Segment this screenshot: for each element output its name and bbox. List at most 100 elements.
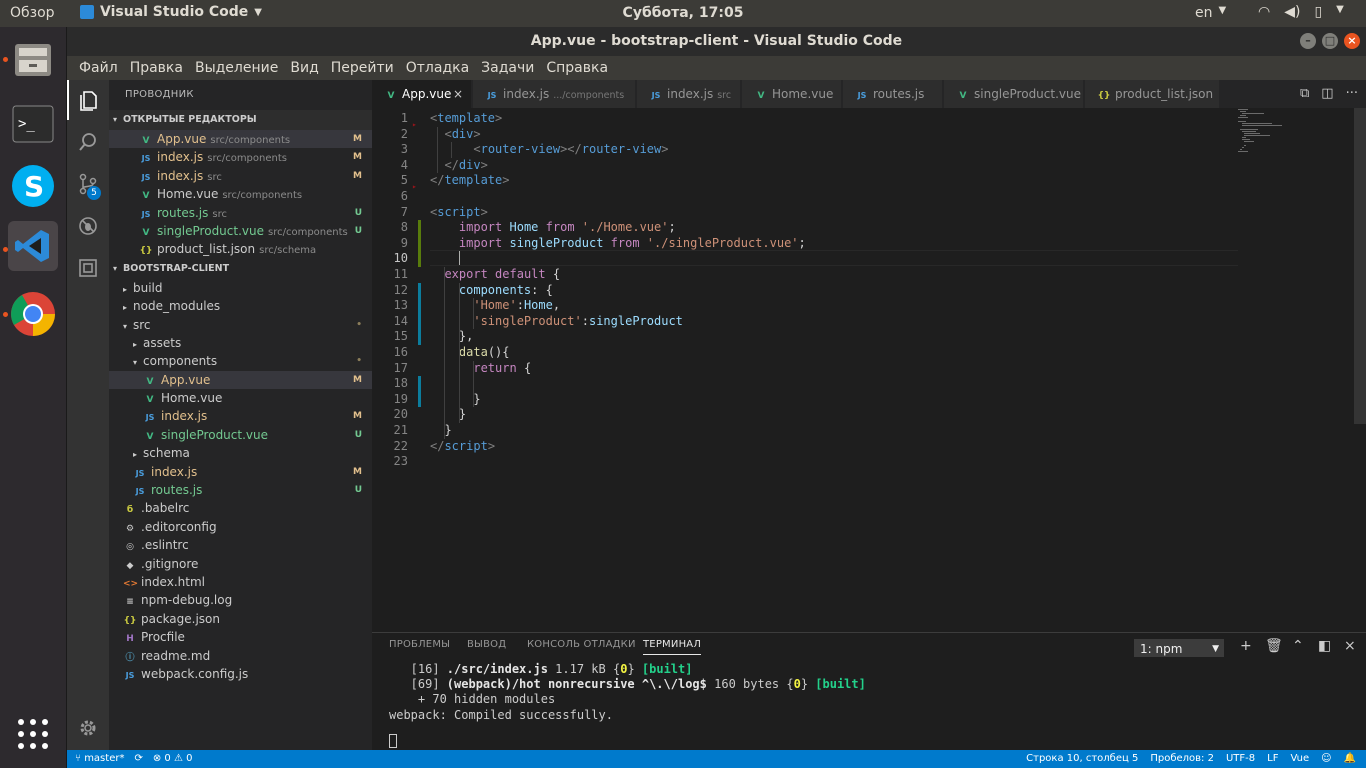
- editor-tab[interactable]: V Home.vue: [742, 80, 842, 108]
- code-editor[interactable]: 1 <template> 2 <div> 3 <router-view></route…: [372, 108, 1366, 632]
- editor-tab[interactable]: JS index.js src: [637, 80, 741, 108]
- open-changes-icon[interactable]: ⧉: [1300, 86, 1309, 101]
- explorer-activity[interactable]: [67, 80, 109, 120]
- editor-tab[interactable]: JS index.js .../components: [473, 80, 636, 108]
- split-terminal-icon[interactable]: ◧: [1318, 638, 1331, 654]
- tab-problems[interactable]: ПРОБЛЕМЫ: [389, 639, 450, 650]
- close-button[interactable]: ×: [1344, 33, 1360, 49]
- file-item[interactable]: {} package.json: [109, 610, 372, 628]
- folder-item[interactable]: ▸ node_modules: [109, 297, 372, 315]
- file-item[interactable]: б .babelrc: [109, 499, 372, 517]
- file-item[interactable]: VsingleProduct.vue U: [109, 426, 372, 444]
- menu-edit[interactable]: Правка: [124, 60, 189, 76]
- open-editor-item[interactable]: {} product_list.json src/schema: [109, 240, 372, 258]
- file-item[interactable]: V App.vue M: [109, 370, 372, 390]
- editor-scrollbar[interactable]: [1354, 108, 1366, 424]
- show-applications-button[interactable]: [8, 709, 58, 759]
- file-item[interactable]: H Procfile: [109, 628, 372, 646]
- maximize-button[interactable]: □: [1322, 33, 1338, 49]
- menu-selection[interactable]: Выделение: [189, 60, 284, 76]
- folder-item[interactable]: ▸ assets: [109, 334, 372, 352]
- file-item[interactable]: JS webpack.config.js: [109, 665, 372, 683]
- file-name: npm-debug.log: [141, 593, 233, 608]
- file-item[interactable]: ◆ .gitignore: [109, 555, 372, 573]
- app-menu[interactable]: Visual Studio Code ▼: [80, 4, 262, 20]
- terminal-select[interactable]: 1: npm ▼: [1134, 639, 1224, 657]
- minimap[interactable]: [1238, 108, 1348, 168]
- encoding[interactable]: UTF-8: [1226, 750, 1255, 768]
- problems-indicator[interactable]: ⊗ 0 ⚠ 0: [153, 750, 193, 768]
- editor-tab[interactable]: JS routes.js: [843, 80, 943, 108]
- terminal-token: ./src/index.js: [446, 662, 548, 676]
- file-item[interactable]: ⚙ .editorconfig: [109, 518, 372, 536]
- sync-icon[interactable]: ⟳: [134, 750, 142, 768]
- file-item[interactable]: <> index.html: [109, 573, 372, 591]
- menu-debug[interactable]: Отладка: [400, 60, 475, 76]
- smiley-icon[interactable]: ☺: [1321, 750, 1331, 768]
- activities-button[interactable]: Обзор: [10, 5, 55, 21]
- scm-activity[interactable]: 5: [67, 164, 109, 204]
- system-tray[interactable]: ◠ ◀) ▯ ▼: [1258, 4, 1344, 20]
- file-path: src: [212, 208, 227, 220]
- terminal-token: [69]: [389, 677, 447, 692]
- open-editor-item[interactable]: JS index.js src/components M: [109, 148, 372, 166]
- open-editors-header[interactable]: ▾ ОТКРЫТЫЕ РЕДАКТОРЫ: [109, 110, 372, 130]
- file-path: src/components: [268, 226, 348, 238]
- file-item[interactable]: JS index.js M: [109, 463, 372, 481]
- folder-item[interactable]: ▸ schema: [109, 444, 372, 462]
- files-launcher[interactable]: [8, 35, 58, 85]
- file-item[interactable]: ≡ npm-debug.log: [109, 591, 372, 609]
- cursor-position[interactable]: Строка 10, столбец 5: [1026, 750, 1138, 768]
- chrome-launcher[interactable]: [8, 289, 58, 339]
- search-activity[interactable]: [67, 122, 109, 162]
- language-mode[interactable]: Vue: [1290, 750, 1309, 768]
- tab-terminal[interactable]: ТЕРМИНАЛ: [643, 639, 702, 655]
- vue-icon: V: [757, 91, 765, 101]
- open-editor-item[interactable]: V App.vue src/components M: [109, 130, 372, 149]
- menu-view[interactable]: Вид: [284, 60, 324, 76]
- split-editor-icon[interactable]: ◫: [1321, 86, 1333, 101]
- skype-launcher[interactable]: S: [8, 161, 58, 211]
- file-item[interactable]: JS index.js M: [109, 407, 372, 425]
- open-editor-item[interactable]: V Home.vue src/components: [109, 185, 372, 203]
- chevron-up-icon[interactable]: ⌃: [1292, 638, 1304, 654]
- window-titlebar[interactable]: App.vue - bootstrap-client - Visual Stud…: [67, 27, 1366, 56]
- menu-tasks[interactable]: Задачи: [475, 60, 540, 76]
- close-tab-icon[interactable]: ×: [453, 80, 463, 108]
- eol[interactable]: LF: [1267, 750, 1278, 768]
- editor-tab[interactable]: {} product_list.json: [1085, 80, 1220, 108]
- keyboard-layout[interactable]: en ▼: [1195, 5, 1226, 21]
- file-name: .editorconfig: [141, 519, 217, 534]
- editor-tab[interactable]: VsingleProduct.vue: [944, 80, 1084, 108]
- tab-output[interactable]: ВЫВОД: [467, 639, 506, 650]
- branch-indicator[interactable]: ⑂ master*: [75, 750, 124, 768]
- terminal-launcher[interactable]: >_: [8, 99, 58, 149]
- debug-activity[interactable]: [67, 206, 109, 246]
- menu-help[interactable]: Справка: [540, 60, 614, 76]
- open-editor-item[interactable]: JS routes.js src U: [109, 204, 372, 222]
- file-item[interactable]: V Home.vue: [109, 389, 372, 407]
- file-item[interactable]: ◎ .eslintrc: [109, 536, 372, 554]
- open-editor-item[interactable]: JS index.js src M: [109, 167, 372, 185]
- editor-tab[interactable]: V App.vue ×: [372, 80, 472, 108]
- menu-file[interactable]: Файл: [73, 60, 124, 76]
- file-item[interactable]: JS routes.js U: [109, 481, 372, 499]
- folder-item[interactable]: ▸ build: [109, 279, 372, 297]
- tab-debug-console[interactable]: КОНСОЛЬ ОТЛАДКИ: [527, 639, 636, 650]
- project-header[interactable]: ▾ BOOTSTRAP-CLIENT: [109, 258, 372, 279]
- manage-activity[interactable]: [67, 708, 109, 748]
- extensions-activity[interactable]: [67, 248, 109, 288]
- indentation[interactable]: Пробелов: 2: [1150, 750, 1214, 768]
- folder-item[interactable]: ▾ src •: [109, 316, 372, 334]
- trash-icon[interactable]: 🗑: [1265, 638, 1283, 654]
- minimize-button[interactable]: –: [1300, 33, 1316, 49]
- close-panel-icon[interactable]: ×: [1344, 638, 1356, 654]
- new-terminal-icon[interactable]: +: [1240, 638, 1252, 654]
- bell-icon[interactable]: 🔔: [1344, 750, 1356, 768]
- open-editor-item[interactable]: VsingleProduct.vue src/components U: [109, 222, 372, 240]
- file-item[interactable]: ⓘ readme.md: [109, 647, 372, 665]
- more-actions-icon[interactable]: ···: [1346, 86, 1358, 101]
- vscode-launcher[interactable]: [8, 221, 58, 271]
- menu-go[interactable]: Перейти: [325, 60, 400, 76]
- folder-item[interactable]: ▾ components •: [109, 352, 372, 370]
